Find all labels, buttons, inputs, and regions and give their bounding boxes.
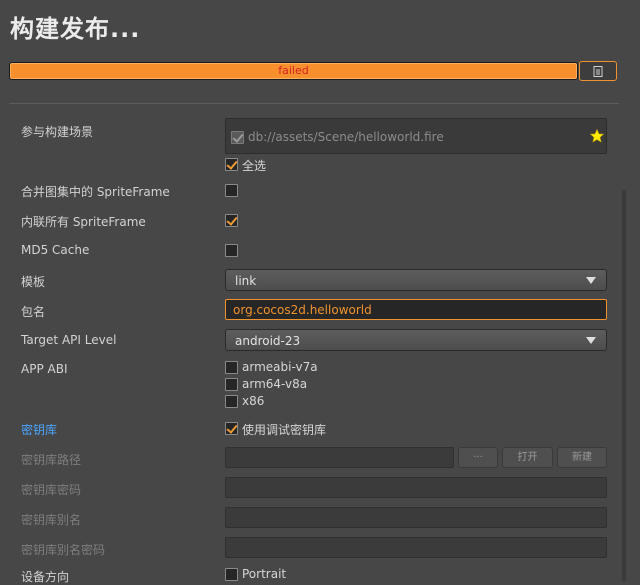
package-name-label: 包名 — [21, 305, 46, 319]
document-icon — [593, 65, 603, 77]
api-level-value: android-23 — [235, 334, 301, 348]
scrollbar[interactable] — [622, 190, 626, 581]
scene-checkbox[interactable] — [231, 131, 244, 144]
app-abi-label: APP ABI — [21, 362, 68, 376]
keystore-password-label: 密钥库密码 — [21, 483, 82, 497]
browse-button[interactable]: ··· — [458, 447, 498, 468]
template-label: 模板 — [21, 275, 46, 289]
scene-list: db://assets/Scene/helloworld.fire — [225, 118, 607, 154]
md5-cache-checkbox[interactable] — [225, 244, 238, 257]
build-progress-bar: failed — [9, 62, 578, 80]
package-name-input[interactable]: org.cocos2d.helloworld — [225, 299, 607, 320]
md5-cache-label: MD5 Cache — [21, 243, 90, 257]
inline-spriteframe-checkbox[interactable] — [225, 214, 238, 227]
open-log-button[interactable] — [579, 61, 617, 81]
start-scene-star-icon[interactable] — [590, 129, 604, 143]
inline-spriteframe-label: 内联所有 SpriteFrame — [21, 215, 146, 229]
keystore-alias-password-label: 密钥库别名密码 — [21, 543, 106, 557]
template-value: link — [235, 274, 257, 288]
keystore-password-input[interactable] — [225, 477, 607, 498]
api-level-dropdown[interactable]: android-23 — [225, 329, 607, 351]
merge-spriteframe-label: 合并图集中的 SpriteFrame — [21, 185, 170, 199]
keystore-alias-label: 密钥库别名 — [21, 513, 82, 527]
abi-armeabi-v7a-checkbox[interactable] — [225, 361, 238, 374]
scene-path: db://assets/Scene/helloworld.fire — [248, 130, 444, 144]
progress-status-text: failed — [278, 64, 309, 77]
keystore-alias-input[interactable] — [225, 507, 607, 528]
window-title: 构建发布... — [10, 15, 141, 43]
abi-armeabi-v7a-label: armeabi-v7a — [242, 360, 318, 374]
chevron-down-icon — [586, 337, 596, 344]
orientation-portrait-checkbox[interactable] — [225, 568, 238, 581]
select-all-label: 全选 — [242, 159, 267, 173]
scenes-label: 参与构建场景 — [21, 125, 94, 139]
chevron-down-icon — [586, 277, 596, 284]
orientation-portrait-label: Portrait — [242, 567, 287, 581]
merge-spriteframe-checkbox[interactable] — [225, 184, 238, 197]
keystore-path-input[interactable] — [225, 447, 454, 468]
select-all-checkbox[interactable] — [225, 158, 238, 171]
orientation-label: 设备方向 — [21, 570, 70, 584]
api-level-label: Target API Level — [21, 333, 117, 347]
keystore-alias-password-input[interactable] — [225, 537, 607, 558]
keystore-label[interactable]: 密钥库 — [21, 421, 57, 438]
abi-arm64-v8a-checkbox[interactable] — [225, 378, 238, 391]
package-name-value: org.cocos2d.helloworld — [233, 303, 372, 317]
new-keystore-button[interactable]: 新建 — [557, 447, 607, 468]
keystore-path-label: 密钥库路径 — [21, 453, 82, 467]
abi-x86-checkbox[interactable] — [225, 395, 238, 408]
divider — [9, 103, 619, 104]
use-debug-keystore-checkbox[interactable] — [225, 422, 238, 435]
open-keystore-button[interactable]: 打开 — [502, 447, 553, 468]
abi-x86-label: x86 — [242, 394, 265, 408]
use-debug-keystore-label: 使用调试密钥库 — [242, 423, 327, 437]
abi-arm64-v8a-label: arm64-v8a — [242, 377, 308, 391]
template-dropdown[interactable]: link — [225, 269, 607, 291]
